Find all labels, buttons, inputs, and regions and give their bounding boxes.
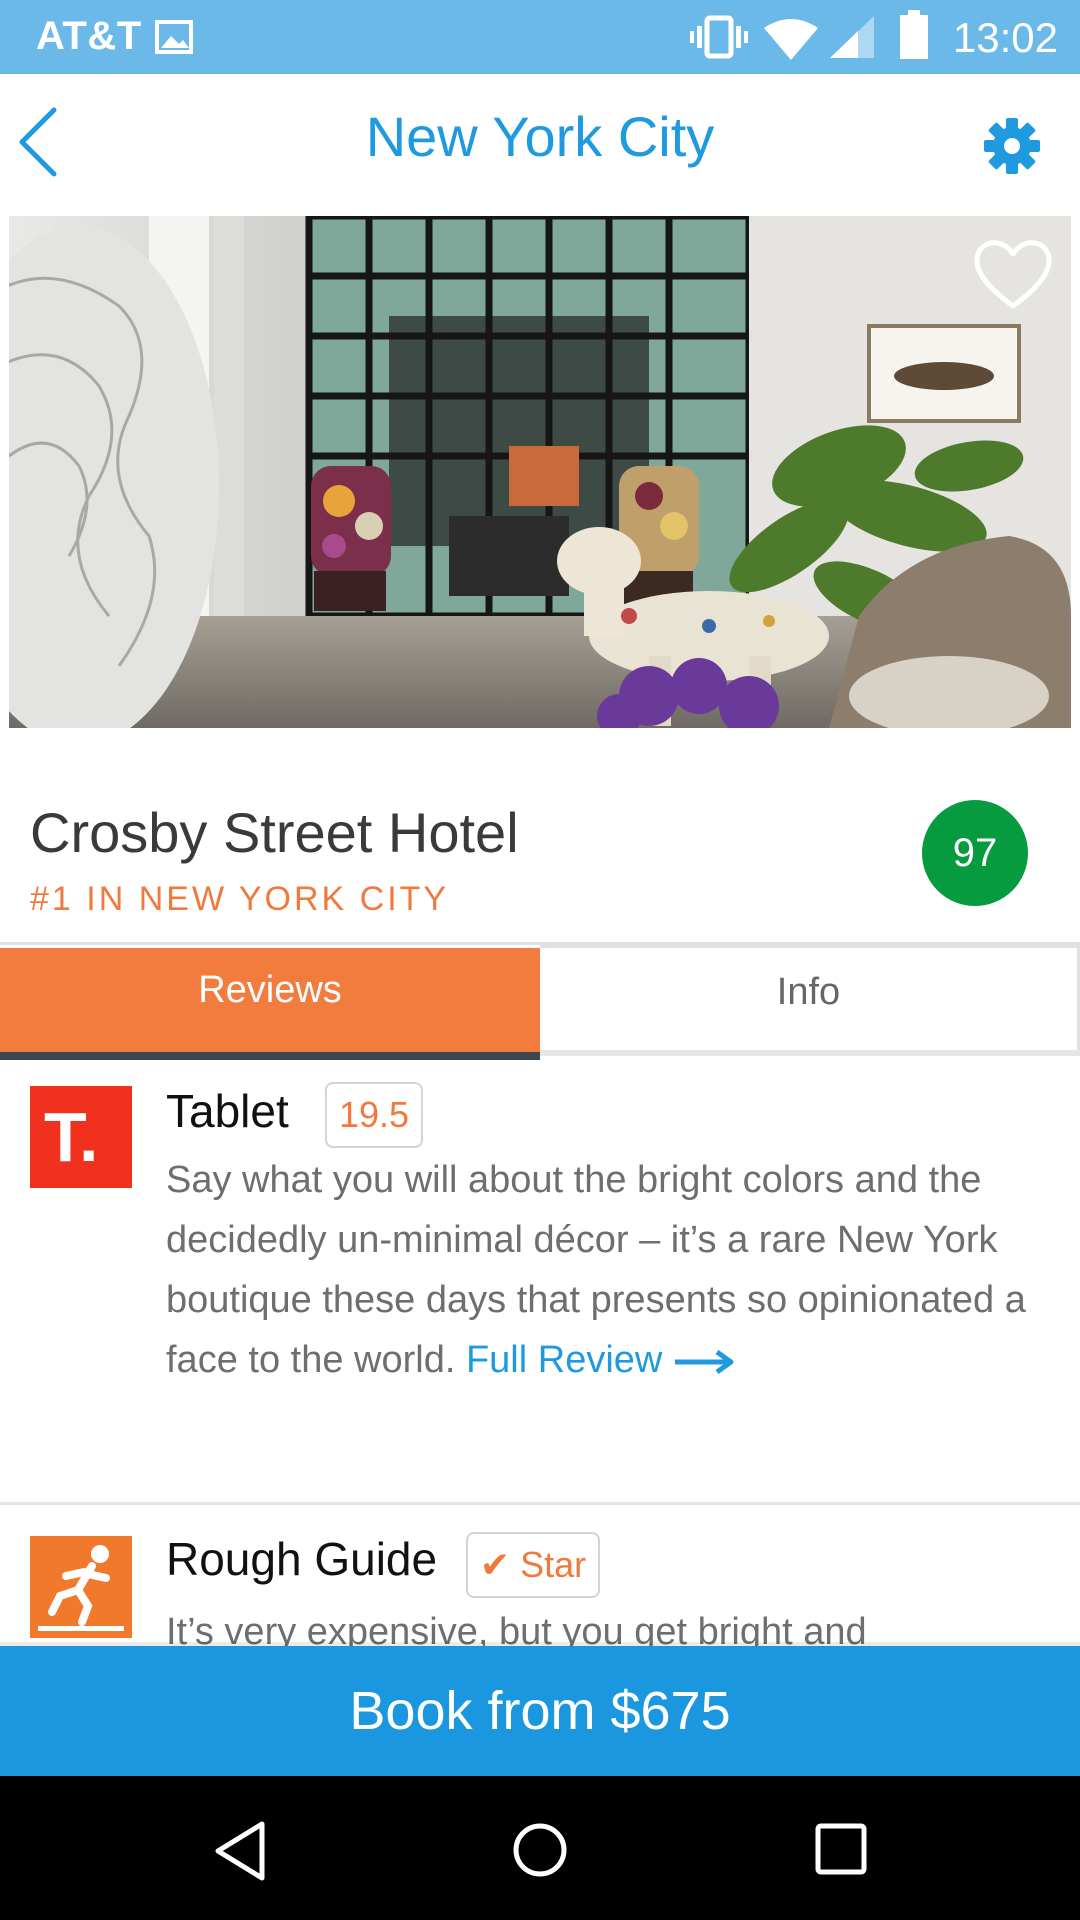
score-badge: 97 (922, 800, 1028, 906)
review-divider (0, 1502, 1080, 1505)
arrow-right-icon (674, 1349, 734, 1375)
nav-home-icon[interactable] (510, 1820, 570, 1880)
heart-outline-icon (974, 240, 1052, 309)
battery-icon (900, 10, 928, 59)
nav-back-icon[interactable] (212, 1820, 268, 1882)
tab-inactive-indicator (540, 1050, 1080, 1056)
full-review-link[interactable]: Full Review (466, 1339, 735, 1381)
check-icon: ✔ (479, 1544, 511, 1585)
tablet-logo: T. (30, 1086, 132, 1188)
tab-info[interactable]: Info (540, 945, 1080, 1053)
review-star-chip: ✔ Star (466, 1532, 600, 1598)
favorite-button[interactable] (970, 236, 1056, 312)
review-star-label: Star (520, 1544, 587, 1585)
running-man-icon (38, 1545, 124, 1631)
status-bar: AT&T 13:02 (0, 0, 1080, 74)
cell-signal-icon (830, 16, 874, 58)
review-text-block: Say what you will about the bright color… (166, 1150, 1046, 1390)
hotel-name: Crosby Street Hotel (30, 801, 519, 864)
review-source-name: Rough Guide (166, 1533, 438, 1585)
vibrate-icon (690, 15, 748, 59)
book-button[interactable]: Book from $675 (0, 1646, 1080, 1776)
tablet-logo-text: T. (44, 1098, 99, 1176)
tab-active-indicator (0, 1052, 540, 1060)
carrier-label: AT&T (36, 14, 142, 58)
review-source-name: Tablet (166, 1085, 289, 1137)
hotel-lobby-image (9, 216, 1071, 728)
gear-icon (984, 118, 1040, 174)
app-bar: New York City (0, 74, 1080, 216)
page-title: New York City (365, 105, 715, 168)
review-text: It’s very expensive, but you get bright … (166, 1611, 867, 1646)
rough-guide-logo (30, 1536, 132, 1638)
system-nav-bar (0, 1776, 1080, 1920)
nav-recents-icon[interactable] (814, 1822, 868, 1876)
hotel-photo[interactable] (9, 216, 1071, 728)
clock: 13:02 (952, 14, 1058, 61)
tab-reviews[interactable]: Reviews (0, 948, 540, 1052)
review-score-chip: 19.5 (325, 1082, 423, 1148)
image-icon (155, 20, 193, 54)
settings-button[interactable] (980, 114, 1044, 178)
hotel-rank: #1 IN NEW YORK CITY (30, 880, 450, 918)
wifi-icon (764, 19, 818, 60)
